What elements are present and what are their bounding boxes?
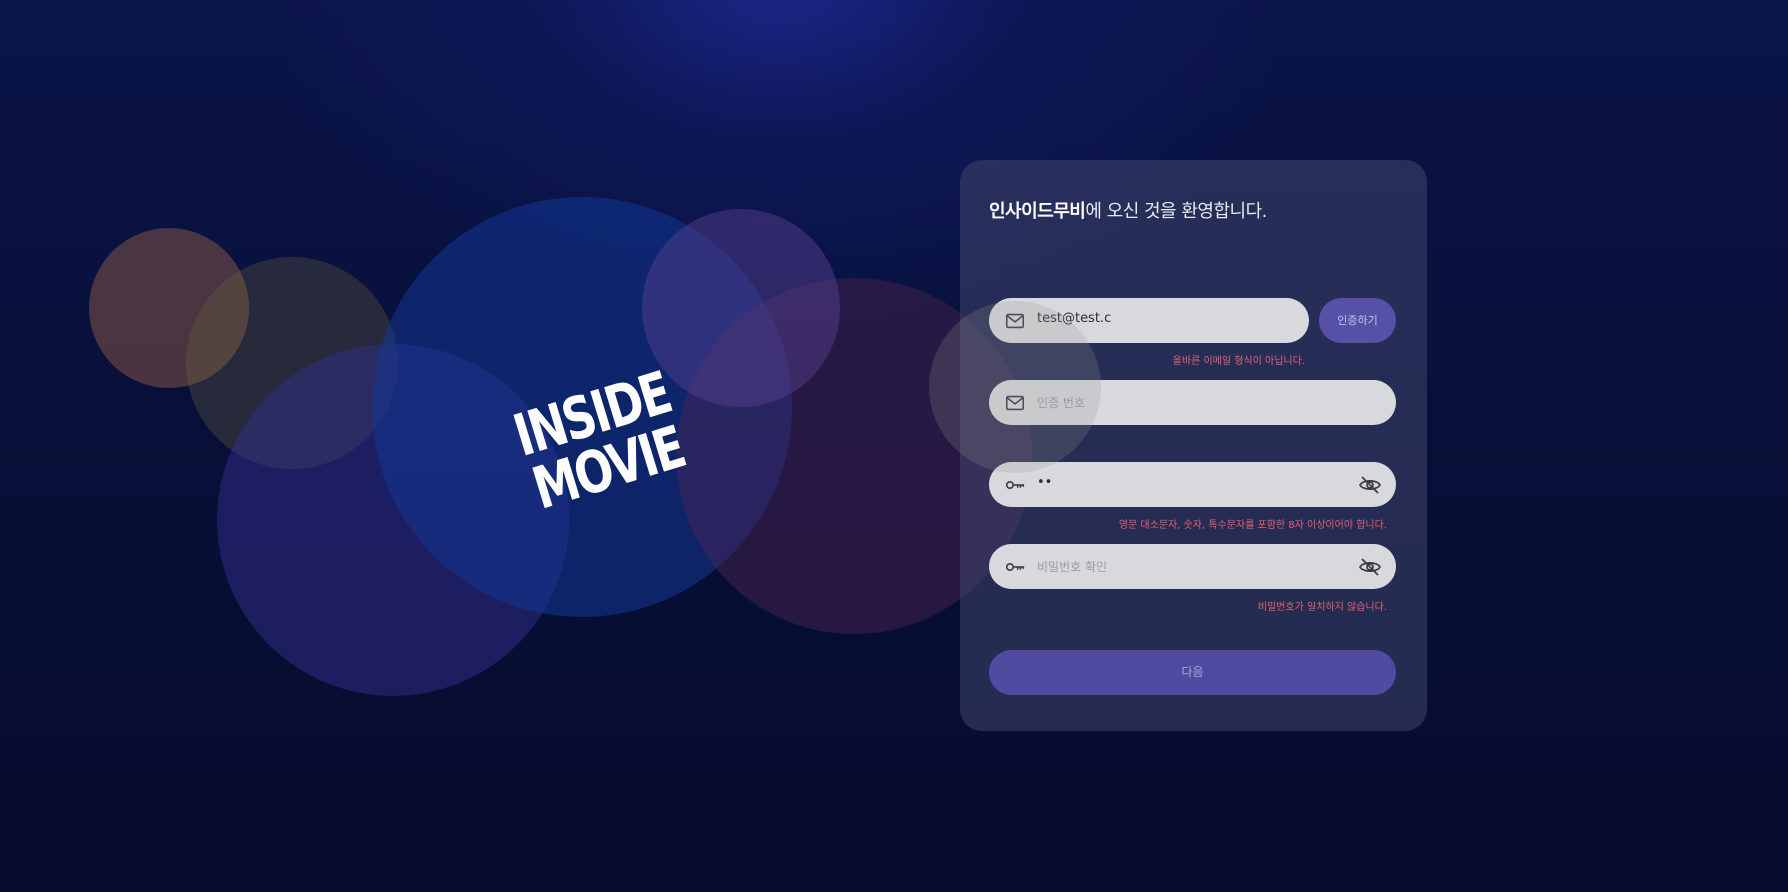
welcome-heading: 인사이드무비에 오신 것을 환영합니다.: [989, 197, 1267, 223]
password-confirm-error-message: 비밀번호가 일치하지 않습니다.: [1257, 602, 1387, 613]
password-confirm-field[interactable]: 비밀번호 확인: [989, 544, 1396, 589]
email-error-message: 올바른 이메일 형식이 아닙니다.: [1172, 356, 1305, 367]
welcome-brand: 인사이드무비: [989, 201, 1086, 222]
bokeh-circle: [929, 301, 1101, 473]
eye-off-icon[interactable]: [1358, 555, 1382, 579]
key-icon: [1005, 481, 1025, 489]
password-error-message: 영문 대소문자, 숫자, 특수문자를 포함한 8자 이상이어야 합니다.: [1118, 520, 1387, 531]
password-confirm-placeholder: 비밀번호 확인: [1037, 560, 1108, 574]
next-button[interactable]: 다음: [989, 650, 1396, 695]
welcome-text: 에 오신 것을 환영합니다.: [1085, 201, 1267, 222]
password-value: ••: [1037, 475, 1053, 490]
eye-off-icon[interactable]: [1358, 473, 1382, 497]
verify-button[interactable]: 인증하기: [1319, 298, 1396, 343]
key-icon: [1005, 563, 1025, 571]
password-field[interactable]: ••: [989, 462, 1396, 507]
